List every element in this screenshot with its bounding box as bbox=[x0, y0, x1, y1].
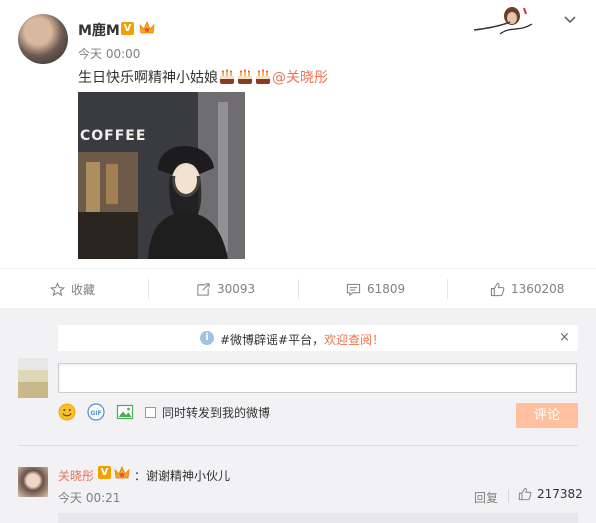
star-icon bbox=[50, 281, 65, 296]
repost-count: 30093 bbox=[217, 282, 256, 296]
author-avatar[interactable] bbox=[18, 14, 68, 64]
comment-text: ：谢谢精神小伙儿 bbox=[134, 469, 231, 483]
action-divider bbox=[447, 279, 448, 299]
repost-icon bbox=[197, 282, 210, 296]
also-repost-checkbox[interactable] bbox=[145, 406, 156, 418]
favorite-label: 收藏 bbox=[71, 282, 96, 297]
cake-emoji-icon bbox=[220, 69, 234, 84]
post-time[interactable]: 今天 00:00 bbox=[78, 45, 140, 62]
notice-link[interactable]: 欢迎查阅！ bbox=[324, 333, 384, 347]
verified-badge-icon: V bbox=[98, 466, 111, 479]
cake-emoji-icon bbox=[238, 69, 252, 84]
gif-icon[interactable]: GIF bbox=[87, 403, 105, 421]
repost-button[interactable]: 30093 bbox=[196, 269, 255, 309]
author-name[interactable]: M鹿M bbox=[78, 20, 120, 40]
notice-text-main[interactable]: #微博辟谣#平台， bbox=[220, 333, 324, 347]
weibo-post: M鹿M V 今天 00:00 生日快乐啊精神小姑娘 @关晓彤 COFFEE bbox=[0, 0, 596, 268]
also-repost-label[interactable]: 同时转发到我的微博 bbox=[162, 404, 270, 421]
svg-text:GIF: GIF bbox=[90, 410, 101, 417]
comment-like-button[interactable]: 217382 bbox=[518, 487, 583, 501]
chevron-down-icon[interactable] bbox=[562, 12, 578, 28]
comment-action-divider bbox=[508, 489, 509, 503]
comment-input[interactable] bbox=[58, 363, 577, 393]
like-count: 1360208 bbox=[511, 282, 565, 296]
post-action-bar: 收藏 30093 61809 1360208 bbox=[0, 268, 596, 308]
commenter-name[interactable]: 关晓彤 bbox=[58, 467, 94, 484]
notice-text: #微博辟谣#平台，欢迎查阅！ bbox=[220, 331, 384, 348]
thumbs-up-icon bbox=[490, 282, 505, 296]
comment-toolbar: GIF 同时转发到我的微博 bbox=[58, 402, 270, 422]
comment-icon bbox=[346, 283, 361, 296]
mention-link[interactable]: @关晓彤 bbox=[272, 70, 328, 86]
image-icon[interactable] bbox=[116, 403, 134, 421]
signature-badge-icon bbox=[473, 7, 533, 35]
favorite-button[interactable]: 收藏 bbox=[50, 269, 95, 309]
emoji-icon[interactable] bbox=[58, 403, 76, 421]
cake-emoji-icon bbox=[256, 69, 270, 84]
vip-crown-icon bbox=[114, 466, 130, 479]
sub-comment-area bbox=[58, 513, 578, 523]
comment-like-count: 217382 bbox=[537, 487, 583, 501]
verified-badge-icon: V bbox=[121, 22, 134, 35]
post-text: 生日快乐啊精神小姑娘 @关晓彤 bbox=[78, 67, 328, 87]
photo-sign-text: COFFEE bbox=[80, 128, 147, 144]
info-icon: i bbox=[200, 331, 214, 345]
photo-person bbox=[148, 146, 228, 259]
reply-button[interactable]: 回复 bbox=[474, 489, 498, 506]
close-icon[interactable]: × bbox=[559, 330, 570, 345]
submit-comment-button[interactable]: 评论 bbox=[516, 403, 578, 428]
commenter-avatar[interactable] bbox=[18, 467, 48, 497]
action-divider bbox=[148, 279, 149, 299]
post-text-main: 生日快乐啊精神小姑娘 bbox=[78, 70, 218, 86]
comment-divider bbox=[18, 445, 578, 446]
post-photo[interactable]: COFFEE bbox=[78, 92, 245, 259]
thumbs-up-icon bbox=[518, 487, 532, 501]
my-avatar[interactable] bbox=[18, 358, 48, 398]
comment-count: 61809 bbox=[367, 282, 406, 296]
vip-crown-icon bbox=[139, 21, 155, 34]
action-divider bbox=[298, 279, 299, 299]
comment-time: 今天 00:21 bbox=[58, 491, 121, 505]
like-button[interactable]: 1360208 bbox=[490, 269, 564, 309]
comment-button[interactable]: 61809 bbox=[346, 269, 405, 309]
rumor-notice-bar: i #微博辟谣#平台，欢迎查阅！ × bbox=[58, 325, 578, 351]
